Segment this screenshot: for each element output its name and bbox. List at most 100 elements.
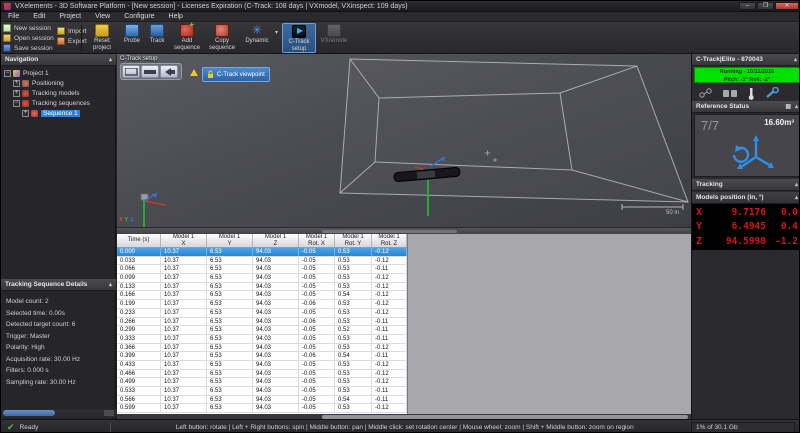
- display-targets-button[interactable]: [141, 65, 159, 78]
- toolbar-probe[interactable]: Probe: [120, 23, 144, 53]
- table-row[interactable]: 0.56610.376.5394.03-0.050.54-0.11: [117, 396, 407, 405]
- table-row[interactable]: 0.03310.376.5394.03-0.050.53-0.12: [117, 257, 407, 266]
- table-row[interactable]: 0.16610.376.5394.03-0.050.54-0.12: [117, 291, 407, 300]
- close-button[interactable]: ✕: [775, 2, 799, 10]
- plus-expander-icon[interactable]: +: [22, 110, 29, 117]
- table-row[interactable]: 0.19910.376.5394.03-0.060.53-0.12: [117, 300, 407, 309]
- column-header[interactable]: Model 1Y: [207, 234, 253, 247]
- collapse-icon[interactable]: ▴: [794, 56, 797, 63]
- collapse-icon[interactable]: ▴: [795, 103, 798, 110]
- table-row[interactable]: 0.29910.376.5394.03-0.050.52-0.11: [117, 326, 407, 335]
- c-track-status-box: Running - 10/11/2016 Pitch: -1° Roll: -2…: [694, 67, 800, 83]
- splitter-handle[interactable]: [322, 230, 457, 233]
- toolbar-vxremote[interactable]: VXremote: [317, 23, 351, 53]
- io-button-group: ImportExport: [57, 26, 87, 46]
- plus-expander-icon[interactable]: +: [13, 80, 20, 87]
- detect-targets-icon[interactable]: [698, 87, 714, 100]
- column-header[interactable]: Model 1Rot. Y: [335, 234, 372, 247]
- table-row[interactable]: 0.33310.376.5394.03-0.050.53-0.11: [117, 335, 407, 344]
- 3d-viewport[interactable]: C-Track setup: [117, 54, 691, 227]
- table-row[interactable]: 0.39910.376.5394.03-0.060.54-0.11: [117, 352, 407, 361]
- tree-item-tracking-sequences[interactable]: −Tracking sequences: [1, 98, 116, 108]
- menu-view[interactable]: View: [88, 13, 117, 20]
- menu-project[interactable]: Project: [52, 13, 88, 20]
- table-row[interactable]: 0.53310.376.5394.03-0.050.53-0.11: [117, 387, 407, 396]
- column-header[interactable]: Model 1Rot. X: [299, 234, 335, 247]
- tree-item-label: Project 1: [23, 70, 49, 77]
- collapse-icon[interactable]: ▴: [795, 181, 798, 188]
- display-volume-button[interactable]: [122, 65, 140, 78]
- display-camera-view-button[interactable]: [160, 65, 178, 78]
- toolbar-add-sequence[interactable]: Add sequence: [170, 23, 204, 53]
- scrollbar-thumb[interactable]: [322, 415, 688, 419]
- column-header[interactable]: Model 1Rot. Z: [372, 234, 407, 247]
- tree-item-project-1[interactable]: − Project 1: [1, 68, 116, 78]
- grid-icon[interactable]: ▦: [785, 103, 791, 110]
- menu-help[interactable]: Help: [162, 13, 190, 20]
- toolbar-export[interactable]: Export: [57, 36, 87, 46]
- minus-expander-icon[interactable]: −: [4, 70, 11, 77]
- toolbar-reset-project[interactable]: Reset project: [85, 23, 119, 53]
- toolbar-open-session[interactable]: Open session: [3, 33, 54, 43]
- toolbar-save-session[interactable]: Save session: [3, 43, 54, 53]
- table-body: 0.00010.376.5394.03-0.050.53-0.120.03310…: [117, 248, 407, 413]
- table-row[interactable]: 0.06610.376.5394.03-0.050.53-0.11: [117, 265, 407, 274]
- table-row[interactable]: 0.13310.376.5394.03-0.050.53-0.12: [117, 283, 407, 292]
- table-row[interactable]: 0.46610.376.5394.03-0.050.53-0.12: [117, 370, 407, 379]
- table-row[interactable]: 0.00010.376.5394.03-0.050.53-0.12: [117, 248, 407, 257]
- maximize-button[interactable]: ❐: [757, 2, 774, 10]
- table-row[interactable]: 0.09910.376.5394.03-0.050.53-0.12: [117, 274, 407, 283]
- dynamic-dropdown-caret[interactable]: ▾: [275, 29, 278, 36]
- table-row[interactable]: 0.59910.376.5394.03-0.050.53-0.12: [117, 404, 407, 413]
- cell: 10.37: [161, 352, 207, 360]
- cell: 10.37: [161, 361, 207, 369]
- toolbar-label: Copy sequence: [209, 38, 235, 51]
- table-zone: Time (s)Model 1XModel 1YModel 1ZModel 1R…: [117, 234, 691, 414]
- toolbar-track[interactable]: Track: [145, 23, 169, 53]
- position-delta: 0.0: [766, 207, 798, 218]
- column-header[interactable]: Model 1X: [161, 234, 207, 247]
- cell: 94.03: [253, 344, 299, 352]
- toolbar-new-session[interactable]: New session: [3, 23, 54, 33]
- plus-expander-icon[interactable]: +: [13, 90, 20, 97]
- column-header[interactable]: Time (s): [117, 234, 161, 247]
- toolbar-label: C-Track setup: [288, 39, 309, 52]
- viewport-table-splitter[interactable]: [117, 227, 691, 234]
- tracking-sequences-icon: [22, 100, 29, 107]
- table-row[interactable]: 0.43310.376.5394.03-0.050.53-0.12: [117, 361, 407, 370]
- cell: 0.599: [117, 404, 161, 412]
- table-row[interactable]: 0.26610.376.5394.03-0.060.53-0.11: [117, 318, 407, 327]
- menu-configure[interactable]: Configure: [117, 13, 161, 20]
- minus-expander-icon[interactable]: −: [13, 100, 20, 107]
- minimize-button[interactable]: –: [739, 2, 756, 10]
- cell: 10.37: [161, 344, 207, 352]
- toolbar-import[interactable]: Import: [57, 26, 87, 36]
- menu-file[interactable]: File: [1, 13, 26, 20]
- navigation-header: Navigation ▴: [1, 54, 116, 66]
- table-row[interactable]: 0.49910.376.5394.03-0.050.53-0.12: [117, 378, 407, 387]
- table-row[interactable]: 0.23310.376.5394.03-0.050.53-0.12: [117, 309, 407, 318]
- viewport-toolbar: C-Track setup: [120, 56, 182, 80]
- scrollbar-thumb[interactable]: [3, 410, 55, 416]
- configure-wrench-icon[interactable]: [764, 87, 779, 100]
- models-position-row: X9.71760.0: [696, 205, 798, 220]
- toolbar-c-track-setup[interactable]: C-Track setup: [282, 23, 316, 53]
- tree-item-sequence-1[interactable]: +Sequence 1: [1, 108, 116, 118]
- calibration-icon[interactable]: [722, 87, 738, 100]
- add-sequence-icon: [180, 24, 194, 37]
- toolbar-copy-sequence[interactable]: Copy sequence: [205, 23, 239, 53]
- tree-item-tracking-models[interactable]: +Tracking models: [1, 88, 116, 98]
- tree-item-positioning[interactable]: +Positioning: [1, 78, 116, 88]
- cell: 6.53: [207, 318, 253, 326]
- collapse-icon[interactable]: ▴: [795, 194, 798, 201]
- cell: 94.03: [253, 352, 299, 360]
- temperature-icon[interactable]: [746, 87, 756, 100]
- menu-edit[interactable]: Edit: [26, 13, 52, 20]
- c-track-viewpoint-toggle[interactable]: C-Track viewpoint: [202, 67, 270, 82]
- toolbar-dynamic[interactable]: Dynamic: [240, 23, 274, 53]
- collapse-icon[interactable]: ▴: [109, 56, 112, 63]
- collapse-icon[interactable]: ▴: [109, 281, 112, 288]
- sidebar-horizontal-scrollbar[interactable]: [1, 409, 116, 417]
- table-row[interactable]: 0.36610.376.5394.03-0.050.53-0.12: [117, 344, 407, 353]
- column-header[interactable]: Model 1Z: [253, 234, 299, 247]
